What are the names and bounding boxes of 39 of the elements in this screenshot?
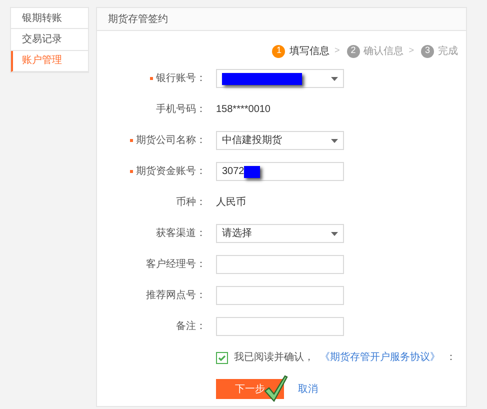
- cancel-link[interactable]: 取消: [298, 382, 318, 396]
- field-label: 期货公司名称：: [136, 134, 206, 148]
- step-label: 填写信息: [289, 44, 330, 58]
- step-number: 1: [272, 44, 286, 58]
- select-field[interactable]: 中信建投期货: [216, 131, 344, 150]
- step-number: 3: [421, 44, 434, 58]
- field-label: 备注：: [176, 320, 206, 334]
- step-number: 2: [346, 44, 360, 58]
- field-label: 币种：: [176, 196, 206, 210]
- select-field[interactable]: 请选择: [216, 224, 344, 243]
- select-field[interactable]: [216, 69, 344, 88]
- step-separator: >: [408, 44, 414, 58]
- input-field[interactable]: [216, 286, 344, 305]
- agreement-suffix: ：: [446, 351, 456, 365]
- field-value: 158****0010: [216, 103, 270, 117]
- agreement-text: 我已阅读并确认，: [234, 350, 314, 365]
- field-label: 获客渠道：: [156, 226, 206, 241]
- field-label: 银行账号：: [156, 72, 206, 86]
- caret-icon: [331, 76, 338, 80]
- field-label: 客户经理号：: [146, 258, 206, 272]
- checkmark-drawing: [264, 374, 288, 402]
- sidebar-item[interactable]: 交易记录: [11, 29, 88, 51]
- caret-icon: [331, 138, 338, 142]
- field-label: 手机号码：: [156, 102, 206, 117]
- sidebar-item[interactable]: 银期转账: [11, 8, 88, 30]
- caret-icon: [331, 232, 338, 236]
- agreement-link[interactable]: 《期货存管开户服务协议》: [320, 350, 440, 365]
- step-separator: >: [334, 44, 340, 58]
- input-field[interactable]: 3072: [216, 162, 344, 181]
- check-icon: [218, 354, 226, 360]
- panel-title: 期货存管签约: [108, 12, 168, 26]
- field-label: 推荐网点号：: [146, 288, 206, 303]
- input-field[interactable]: [216, 255, 344, 274]
- field-value: 人民币: [216, 196, 246, 210]
- checkbox[interactable]: [216, 352, 228, 364]
- field-label: 期货资金账号：: [136, 164, 206, 179]
- input-field[interactable]: [216, 317, 344, 336]
- step-label: 完成: [438, 44, 458, 58]
- step-label: 确认信息: [364, 44, 404, 58]
